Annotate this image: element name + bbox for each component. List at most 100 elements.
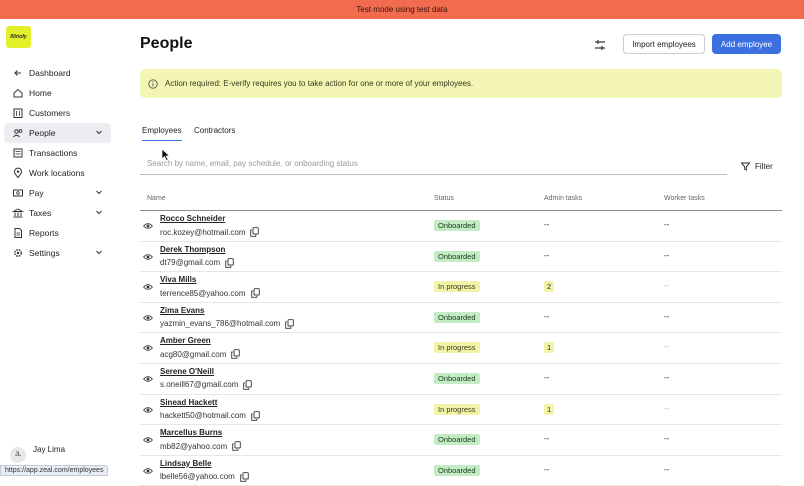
dollar-icon	[13, 189, 23, 197]
email-text: acg80@gmail.com	[160, 349, 227, 359]
table-row[interactable]: Amber Green acg80@gmail.com In progress 1 --	[140, 333, 782, 364]
table-row[interactable]: Serene O'Neill s.oneill67@gmail.com Onboar…	[140, 364, 782, 395]
sidebar-item-settings[interactable]: Settings	[4, 243, 111, 263]
worker-tasks-count: --	[664, 464, 670, 474]
table-row[interactable]: Zima Evans yazmin_evans_786@hotmail.com On…	[140, 303, 782, 334]
list-icon	[13, 148, 23, 158]
sidebar-item-people[interactable]: People	[4, 123, 111, 143]
admin-tasks-count: --	[544, 311, 550, 321]
admin-tasks-count: --	[544, 464, 550, 474]
sidebar-item-pay[interactable]: Pay	[4, 183, 111, 203]
admin-tasks-count: --	[544, 220, 550, 229]
people-table: Rocco Schneider roc.kozey@hotmail.com Onbo…	[140, 211, 782, 486]
main-content: People Import employees Add employee Act…	[140, 19, 782, 486]
copy-icon[interactable]	[243, 380, 253, 390]
copy-icon[interactable]	[225, 257, 234, 268]
sidebar-item-work-locations[interactable]: Work locations	[4, 163, 111, 183]
person-name-link[interactable]: Rocco Schneider	[160, 214, 225, 223]
copy-icon[interactable]	[251, 410, 260, 421]
sidebar-item-home[interactable]: Home	[4, 83, 111, 103]
sidebar-item-label: Transactions	[29, 148, 78, 158]
eye-icon[interactable]	[143, 375, 153, 383]
people-tabs: Employees Contractors	[140, 126, 782, 141]
test-mode-banner: Test mode using test data	[0, 0, 804, 19]
person-name-link[interactable]: Viva Mills	[160, 275, 196, 284]
eye-icon[interactable]	[143, 344, 153, 352]
admin-tasks-count: --	[544, 250, 550, 260]
email-text: terrence85@yahoo.com	[160, 288, 246, 298]
person-name-link[interactable]: Lindsay Belle	[160, 459, 212, 468]
person-name-link[interactable]: Derek Thompson	[160, 245, 225, 254]
search-input[interactable]: Search by name, email, pay schedule, or …	[140, 155, 727, 175]
status-badge: Onboarded	[434, 311, 480, 323]
chevron-down-icon[interactable]	[95, 128, 103, 136]
home-icon	[13, 88, 23, 98]
sidebar-item-label: Taxes	[29, 208, 52, 218]
table-row[interactable]: Rocco Schneider roc.kozey@hotmail.com Onbo…	[140, 211, 782, 242]
add-employee-button[interactable]: Add employee	[712, 34, 781, 54]
sidebar-item-transactions[interactable]: Transactions	[4, 143, 111, 163]
table-row[interactable]: Viva Mills terrence85@yahoo.com In progres…	[140, 272, 782, 303]
sidebar-item-taxes[interactable]: Taxes	[4, 203, 111, 223]
status-url: https://app.zeal.com/employees	[0, 465, 109, 476]
copy-icon[interactable]	[250, 227, 260, 237]
person-name-link[interactable]: Marcellus Burns	[160, 428, 222, 437]
eye-icon[interactable]	[143, 406, 153, 414]
copy-icon[interactable]	[231, 349, 241, 360]
bank-icon	[12, 208, 24, 218]
user-name: Jay Lima	[33, 444, 66, 454]
alert-text: Action required: E-verify requires you t…	[165, 79, 474, 88]
status-badge: Onboarded	[434, 372, 480, 384]
copy-icon[interactable]	[240, 471, 249, 482]
column-status[interactable]: Status	[434, 195, 454, 202]
column-admin-tasks[interactable]: Admin tasks	[544, 195, 582, 202]
import-employees-button[interactable]: Import employees	[623, 34, 705, 54]
table-row[interactable]: Derek Thompson dt79@gmail.com Onboarded -- -…	[140, 242, 782, 273]
eye-icon[interactable]	[143, 283, 153, 291]
map-pin-icon	[13, 167, 23, 179]
admin-tasks-count: --	[544, 372, 550, 382]
gear-icon	[14, 249, 22, 257]
user-profile[interactable]: JL Jay Lima	[10, 444, 66, 463]
logo-text: Illiriofy	[10, 34, 27, 40]
copy-icon[interactable]	[250, 288, 260, 298]
sidebar-item-customers[interactable]: Customers	[4, 103, 111, 123]
email-text: hackett50@hotmail.com	[160, 411, 246, 421]
sidebar-item-reports[interactable]: Reports	[4, 223, 111, 243]
table-row[interactable]: Lindsay Belle lbelle56@yahoo.com Onboarded…	[140, 456, 782, 486]
settings-sliders-icon[interactable]	[593, 38, 607, 52]
person-name-link[interactable]: Zima Evans	[160, 306, 204, 315]
eye-icon[interactable]	[143, 314, 153, 322]
person-email: dt79@gmail.com	[160, 257, 234, 268]
page-title: People	[140, 35, 193, 52]
sidebar-item-label: Home	[29, 88, 52, 98]
column-name[interactable]: Name	[147, 195, 166, 202]
eye-icon[interactable]	[143, 253, 153, 261]
chevron-down-icon[interactable]	[95, 208, 103, 216]
sidebar-item-label: Reports	[29, 228, 59, 238]
eye-icon[interactable]	[143, 436, 153, 444]
person-name-link[interactable]: Sinead Hackett	[160, 398, 217, 407]
sidebar-item-dashboard[interactable]: Dashboard	[4, 63, 111, 83]
report-icon	[14, 228, 22, 238]
table-row[interactable]: Sinead Hackett hackett50@hotmail.com In pr…	[140, 395, 782, 426]
copy-icon[interactable]	[232, 441, 242, 451]
chevron-down-icon[interactable]	[95, 248, 103, 256]
tab-employees[interactable]: Employees	[142, 126, 182, 141]
table-header: Name Status Admin tasks Worker tasks	[140, 191, 782, 211]
copy-icon[interactable]	[285, 319, 294, 329]
person-name-link[interactable]: Amber Green	[160, 336, 211, 345]
person-name-link[interactable]: Serene O'Neill	[160, 367, 214, 376]
table-row[interactable]: Marcellus Burns mb82@yahoo.com Onboarded --…	[140, 425, 782, 456]
filter-button[interactable]: Filter	[741, 162, 773, 171]
eye-icon[interactable]	[143, 467, 153, 475]
app-logo[interactable]: Illiriofy	[6, 26, 31, 48]
column-worker-tasks[interactable]: Worker tasks	[664, 195, 705, 202]
chevron-down-icon[interactable]	[95, 188, 103, 196]
mouse-cursor-icon	[161, 148, 171, 162]
sidebar-item-label: Pay	[29, 188, 44, 198]
status-badge: Onboarded	[434, 220, 480, 231]
status-badge: Onboarded	[434, 464, 480, 476]
tab-contractors[interactable]: Contractors	[194, 126, 235, 141]
eye-icon[interactable]	[143, 222, 153, 230]
